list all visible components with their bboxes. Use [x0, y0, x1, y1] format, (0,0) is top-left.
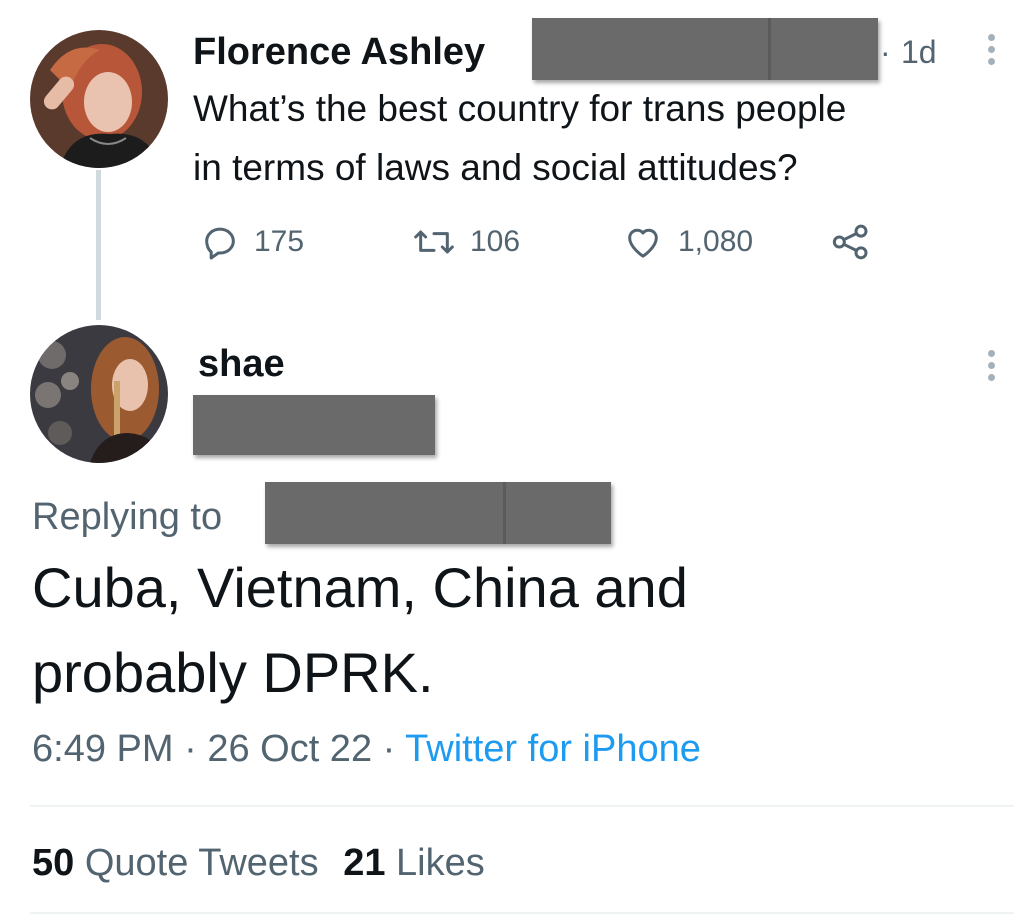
share-icon	[830, 222, 872, 262]
meta-separator: ·	[184, 728, 197, 770]
quote-label: Quote Tweets	[84, 842, 319, 884]
stats-divider-bottom	[30, 912, 1014, 914]
likes-label: Likes	[396, 842, 485, 884]
likes-count: 21	[343, 842, 386, 884]
heart-icon	[622, 222, 664, 262]
tweet1-text-line2: in terms of laws and social attitudes?	[193, 147, 798, 188]
tweet2-text-line2: probably DPRK.	[32, 641, 434, 704]
like-count: 1,080	[678, 225, 754, 258]
replying-to-label: Replying to	[32, 496, 223, 538]
tweet2-date[interactable]: 26 Oct 22	[207, 728, 372, 770]
tweet1-more-options-icon[interactable]	[988, 34, 996, 70]
thread-connector-line	[96, 170, 101, 320]
reply-button[interactable]: 175	[200, 222, 304, 262]
meta-separator: ·	[382, 728, 396, 770]
reply-count: 175	[254, 225, 305, 258]
tweet2-source-link[interactable]: Twitter for iPhone	[405, 728, 701, 770]
redacted-handle	[193, 395, 435, 455]
tweet1-author-name[interactable]: Florence Ashley	[193, 30, 485, 74]
tweet1-timestamp[interactable]: 1d	[901, 30, 937, 74]
redacted-handle	[532, 18, 878, 80]
tweet2-more-options-icon[interactable]	[988, 350, 996, 386]
tweet2-text-line1: Cuba, Vietnam, China and	[32, 556, 688, 619]
tweet2-stats: 50 Quote Tweets 21 Likes	[32, 840, 485, 886]
retweet-count: 106	[470, 225, 521, 258]
quote-tweets-link[interactable]: 50 Quote Tweets	[32, 842, 329, 884]
likes-link[interactable]: 21 Likes	[343, 842, 485, 884]
avatar-florence[interactable]	[30, 30, 168, 168]
retweet-button[interactable]: 106	[412, 222, 520, 262]
stats-divider-top	[30, 805, 1014, 807]
reply-icon	[200, 222, 240, 262]
tweet1-time-separator: ·	[880, 34, 891, 70]
tweet2-time[interactable]: 6:49 PM	[32, 728, 174, 770]
tweet1-text-line1: What’s the best country for trans people	[193, 88, 847, 129]
avatar-shae[interactable]	[30, 325, 168, 463]
like-button[interactable]: 1,080	[622, 222, 753, 262]
tweet2-meta: 6:49 PM · 26 Oct 22 · Twitter for iPhone	[32, 726, 701, 772]
share-button[interactable]	[830, 222, 872, 262]
tweet2-author-name[interactable]: shae	[198, 342, 285, 386]
retweet-icon	[412, 222, 456, 262]
redacted-reply-handle	[265, 482, 611, 544]
quote-count: 50	[32, 842, 75, 884]
